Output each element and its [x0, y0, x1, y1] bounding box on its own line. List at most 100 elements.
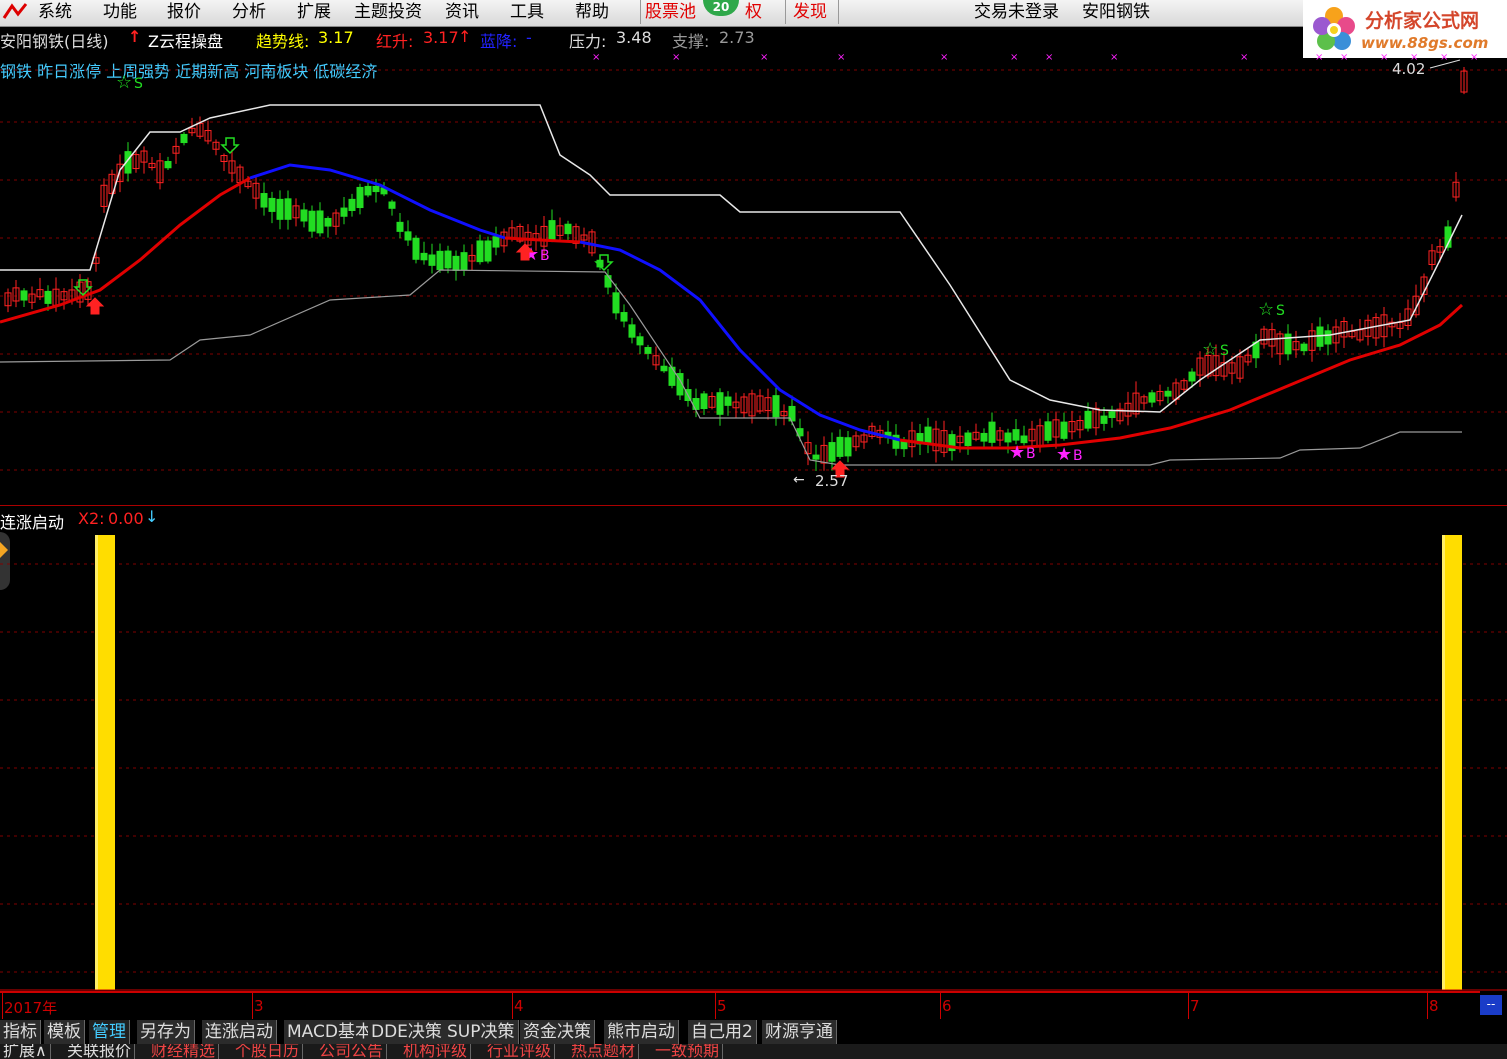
buy-label: B [540, 248, 550, 264]
candlestick [140, 146, 148, 174]
candlestick [404, 220, 412, 246]
candle-body [284, 198, 292, 220]
candlestick-chart[interactable]: × × × × × × × × × × × × × × ×★ B★ B ★ B☆ S☆ S☆ S4.022.57← [0, 50, 1507, 500]
candlestick [20, 288, 28, 308]
signal-marker: × [1045, 52, 1053, 63]
red-rise-value: 3.17 [423, 28, 459, 47]
candlestick [700, 390, 708, 416]
candlestick [620, 304, 628, 328]
candle-body [980, 432, 988, 442]
axis-divider [2, 993, 3, 1019]
tab-capital[interactable]: 资金决策 [520, 1020, 595, 1044]
candlestick [180, 132, 188, 146]
candlestick [228, 149, 236, 183]
tab-extend[interactable]: 扩展∧ [0, 1044, 51, 1059]
candlestick [1268, 322, 1276, 358]
tab-dde[interactable]: DDE决策 [368, 1020, 446, 1044]
candlestick [708, 392, 716, 410]
candlestick [636, 332, 644, 355]
menu-extend[interactable]: 扩展 [293, 0, 335, 24]
candle-body [988, 421, 996, 443]
tab-wealth[interactable]: 财源亨通 [762, 1020, 837, 1044]
tab-consensus[interactable]: 一致预期 [652, 1044, 724, 1059]
candlestick [732, 392, 740, 419]
tab-self-use[interactable]: 自己用2 [688, 1020, 757, 1044]
candlestick [1060, 412, 1068, 441]
notification-badge[interactable]: 20 [703, 0, 739, 16]
candlestick [1276, 330, 1284, 365]
tab-industry-rating[interactable]: 行业评级 [484, 1044, 556, 1059]
tab-indicator[interactable]: 指标 [0, 1020, 41, 1044]
candlestick [764, 388, 772, 420]
axis-divider [715, 993, 716, 1019]
tab-macd[interactable]: MACD基本 [284, 1020, 376, 1044]
candlestick [988, 412, 996, 448]
tab-save-as[interactable]: 另存为 [137, 1020, 195, 1044]
tab-template[interactable]: 模板 [44, 1020, 85, 1044]
menu-tools[interactable]: 工具 [506, 0, 548, 24]
tab-lianzhang[interactable]: 连涨启动 [202, 1020, 277, 1044]
formula-name[interactable]: Z云程操盘 [148, 28, 223, 52]
candle-body [1316, 326, 1324, 347]
axis-divider [252, 993, 253, 1019]
tab-finance-select[interactable]: 财经精选 [148, 1044, 220, 1059]
menu-system[interactable]: 系统 [34, 0, 76, 24]
menu-stock-pool[interactable]: 股票池 [641, 0, 700, 24]
sell-star-icon: ☆ [1202, 339, 1218, 360]
candlestick [772, 387, 780, 426]
candlestick [940, 420, 948, 458]
candle-body [460, 252, 468, 271]
tab-related-quote[interactable]: 关联报价 [64, 1044, 136, 1059]
app-logo-icon [2, 3, 28, 19]
candlestick [668, 357, 676, 389]
axis-label-7: 7 [1190, 997, 1200, 1015]
tab-institution-rating[interactable]: 机构评级 [400, 1044, 472, 1059]
candle-body [612, 292, 620, 314]
candlestick [572, 223, 580, 249]
low-price-label: 2.57 [815, 472, 848, 490]
menu-analysis[interactable]: 分析 [228, 0, 270, 24]
candlestick [428, 243, 436, 274]
candle-body [1100, 415, 1108, 424]
menu-discover[interactable]: 发现 [789, 0, 831, 24]
menu-quote[interactable]: 报价 [163, 0, 205, 24]
tab-bear-start[interactable]: 熊市启动 [604, 1020, 679, 1044]
candlestick [388, 199, 396, 216]
tab-announcement[interactable]: 公司公告 [316, 1044, 388, 1059]
candlestick [1156, 384, 1164, 406]
candlestick [1356, 318, 1364, 343]
menu-news[interactable]: 资讯 [441, 0, 483, 24]
candle-body [828, 442, 836, 462]
login-status[interactable]: 交易未登录 [970, 0, 1063, 24]
candlestick [1108, 405, 1116, 428]
candlestick [484, 236, 492, 264]
menu-function[interactable]: 功能 [99, 0, 141, 24]
candlestick [116, 154, 124, 193]
flower-logo-icon [1313, 7, 1355, 50]
candlestick [652, 346, 660, 371]
menu-rights[interactable]: 权 [741, 0, 766, 24]
trend-line-up [0, 176, 251, 324]
candlestick [852, 431, 860, 452]
scroll-end-button[interactable]: -- [1480, 995, 1502, 1015]
tab-hot-topic[interactable]: 热点题材 [568, 1044, 640, 1059]
signal-marker: × [1340, 52, 1348, 63]
candlestick [692, 388, 700, 418]
brand-title: 分析家公式网 [1365, 10, 1480, 32]
tab-stock-calendar[interactable]: 个股日历 [232, 1044, 304, 1059]
candlestick [60, 288, 68, 310]
menu-theme-invest[interactable]: 主题投资 [350, 0, 426, 24]
candle-body [604, 275, 612, 288]
tab-sup[interactable]: SUP决策 [444, 1020, 519, 1044]
candlestick [276, 190, 284, 230]
candle-body [1108, 411, 1116, 419]
red-rise-label: 红升: [376, 32, 414, 51]
candle-body [620, 312, 628, 322]
tab-manage[interactable]: 管理 [89, 1020, 130, 1044]
candlestick [884, 420, 892, 444]
candlestick [1364, 314, 1372, 346]
signal-marker: × [672, 52, 680, 63]
candlestick [444, 245, 452, 274]
signal-bar-chart[interactable] [0, 506, 1507, 991]
menu-help[interactable]: 帮助 [571, 0, 613, 24]
